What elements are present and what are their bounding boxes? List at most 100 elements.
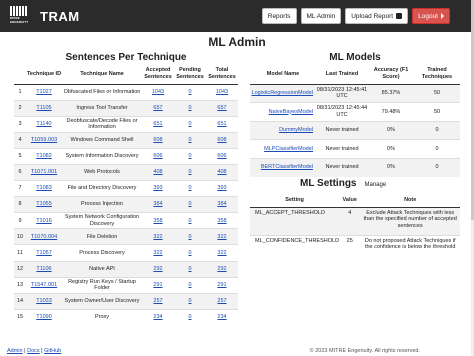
total-sentences-link[interactable]: 651 — [217, 121, 226, 127]
accepted-sentences-link[interactable]: 1043 — [152, 89, 164, 95]
pending-sentences-link[interactable]: 0 — [188, 105, 191, 111]
footer-github-link[interactable]: GitHub — [44, 348, 61, 354]
manage-settings-link[interactable]: Manage — [364, 182, 386, 188]
total-sentences-link[interactable]: 257 — [217, 298, 226, 304]
row-index: 11 — [17, 249, 23, 256]
technique-id-link[interactable]: T1083 — [36, 185, 52, 191]
technique-name: Deobfuscate/Decode Files or Information — [62, 115, 142, 133]
accepted-sentences-link[interactable]: 358 — [153, 218, 162, 224]
accepted-sentences-link[interactable]: 291 — [153, 282, 162, 288]
accepted-sentences-link[interactable]: 257 — [153, 298, 162, 304]
technique-id-link[interactable]: T1033 — [36, 298, 52, 304]
total-sentences-link[interactable]: 1043 — [216, 89, 228, 95]
setting-note: Do not proposed Attack Techniques if the… — [360, 234, 460, 265]
technique-id-cell: T1106 — [26, 260, 62, 278]
total-sentences-link[interactable]: 322 — [217, 234, 226, 240]
models-table: Model Name Last Trained Accuracy (F1 Sco… — [250, 64, 460, 177]
accepted-sentences-link[interactable]: 384 — [153, 201, 162, 207]
pending-sentences-link[interactable]: 0 — [188, 234, 191, 240]
model-name-link[interactable]: DummyModel — [279, 127, 313, 133]
upload-report-button[interactable]: Upload Report — [345, 8, 409, 24]
row-index-cell: 15 — [14, 308, 26, 326]
accepted-sentences-link[interactable]: 322 — [153, 250, 162, 256]
accepted-sentences-link[interactable]: 606 — [153, 153, 162, 159]
model-name-link[interactable]: MLPClassifierModel — [264, 146, 313, 152]
accepted-sentences-link[interactable]: 408 — [153, 169, 162, 175]
ml-admin-button[interactable]: ML Admin — [300, 8, 342, 24]
accepted-sentences-link[interactable]: 292 — [153, 266, 162, 272]
accepted-sentences-link[interactable]: 393 — [153, 185, 162, 191]
total-sentences-link[interactable]: 384 — [217, 201, 226, 207]
accepted-sentences-link[interactable]: 608 — [153, 137, 162, 143]
model-last-trained: 08/31/2023 12:45:44 UTC — [316, 102, 368, 121]
total-sentences-link[interactable]: 606 — [217, 153, 226, 159]
model-name-link[interactable]: LogisticRegressionModel — [252, 90, 313, 96]
total-cell: 657 — [206, 99, 238, 117]
technique-row: 5 T1082 System Information Discovery 606 0 60… — [14, 147, 238, 165]
technique-id-link[interactable]: T1070.004 — [31, 234, 57, 240]
total-sentences-link[interactable]: 657 — [217, 105, 226, 111]
accepted-sentences-link[interactable]: 234 — [153, 314, 162, 320]
technique-id-link[interactable]: T1140 — [36, 121, 51, 127]
pending-sentences-link[interactable]: 0 — [188, 89, 191, 95]
brand-logo[interactable]: MITRE ENGENUITY TRAM — [10, 6, 80, 26]
technique-id-link[interactable]: T1105 — [36, 105, 51, 111]
pending-sentences-link[interactable]: 0 — [188, 218, 191, 224]
header-total: Total Sentences — [206, 64, 238, 85]
brand-title[interactable]: TRAM — [40, 9, 80, 24]
technique-id-link[interactable]: T1090 — [36, 314, 52, 320]
model-name-link[interactable]: BERTClassifierModel — [261, 164, 313, 170]
total-cell: 608 — [206, 131, 238, 149]
total-sentences-link[interactable]: 291 — [217, 282, 226, 288]
technique-id-cell: T1105 — [26, 99, 62, 117]
total-sentences-link[interactable]: 292 — [217, 266, 226, 272]
total-sentences-link[interactable]: 358 — [217, 218, 226, 224]
technique-id-link[interactable]: T1082 — [36, 153, 52, 159]
pending-sentences-link[interactable]: 0 — [188, 185, 191, 191]
technique-name: File Deletion — [62, 228, 142, 245]
total-sentences-link[interactable]: 393 — [217, 185, 226, 191]
accepted-sentences-link[interactable]: 657 — [153, 105, 162, 111]
pending-sentences-link[interactable]: 0 — [188, 314, 191, 320]
technique-id-link[interactable]: T1059.003 — [31, 137, 57, 143]
pending-sentences-link[interactable]: 0 — [188, 121, 191, 127]
row-index-cell: 1 — [14, 83, 26, 101]
pending-sentences-link[interactable]: 0 — [188, 266, 191, 272]
model-row: BERTClassifierModel Never trained 0% 0 — [250, 157, 460, 177]
settings-title: ML Settings — [300, 178, 357, 189]
setting-row: ML_CONFIDENCE_THRESHOLD 25 Do not proposed… — [250, 234, 460, 265]
accepted-sentences-link[interactable]: 322 — [153, 234, 162, 240]
pending-sentences-link[interactable]: 0 — [188, 298, 191, 304]
technique-id-link[interactable]: T1071.001 — [31, 169, 57, 175]
model-accuracy: 0% — [368, 139, 414, 158]
technique-id-link[interactable]: T1016 — [36, 218, 52, 224]
technique-row: 10 T1070.004 File Deletion 322 0 322 — [14, 228, 238, 245]
pending-sentences-link[interactable]: 0 — [188, 282, 191, 288]
pending-sentences-link[interactable]: 0 — [188, 153, 191, 159]
accepted-sentences-link[interactable]: 651 — [153, 121, 162, 127]
total-sentences-link[interactable]: 322 — [217, 250, 226, 256]
total-sentences-link[interactable]: 408 — [217, 169, 226, 175]
model-trained-techniques: 50 — [414, 102, 460, 121]
pending-sentences-link[interactable]: 0 — [188, 201, 191, 207]
model-name-link[interactable]: NaiveBayesModel — [269, 109, 313, 115]
row-index-cell: 14 — [14, 292, 26, 310]
row-index-cell: 12 — [14, 260, 26, 278]
technique-id-link[interactable]: T1027 — [36, 89, 52, 95]
technique-id-link[interactable]: T1057 — [36, 250, 52, 256]
technique-id-link[interactable]: T1055 — [36, 201, 52, 207]
technique-id-link[interactable]: T1106 — [36, 266, 51, 272]
pending-cell: 0 — [174, 99, 206, 117]
model-name-cell: LogisticRegressionModel — [250, 83, 316, 103]
footer-docs-link[interactable]: Docs — [27, 348, 40, 354]
total-sentences-link[interactable]: 234 — [217, 314, 226, 320]
reports-button[interactable]: Reports — [261, 8, 297, 24]
pending-sentences-link[interactable]: 0 — [188, 169, 191, 175]
logout-button[interactable]: Logout — [412, 8, 450, 24]
pending-sentences-link[interactable]: 0 — [188, 250, 191, 256]
total-sentences-link[interactable]: 608 — [217, 137, 226, 143]
accepted-cell: 608 — [142, 131, 174, 149]
pending-sentences-link[interactable]: 0 — [188, 137, 191, 143]
footer-admin-link[interactable]: Admin — [7, 348, 23, 354]
technique-id-link[interactable]: T1547.001 — [31, 282, 57, 288]
